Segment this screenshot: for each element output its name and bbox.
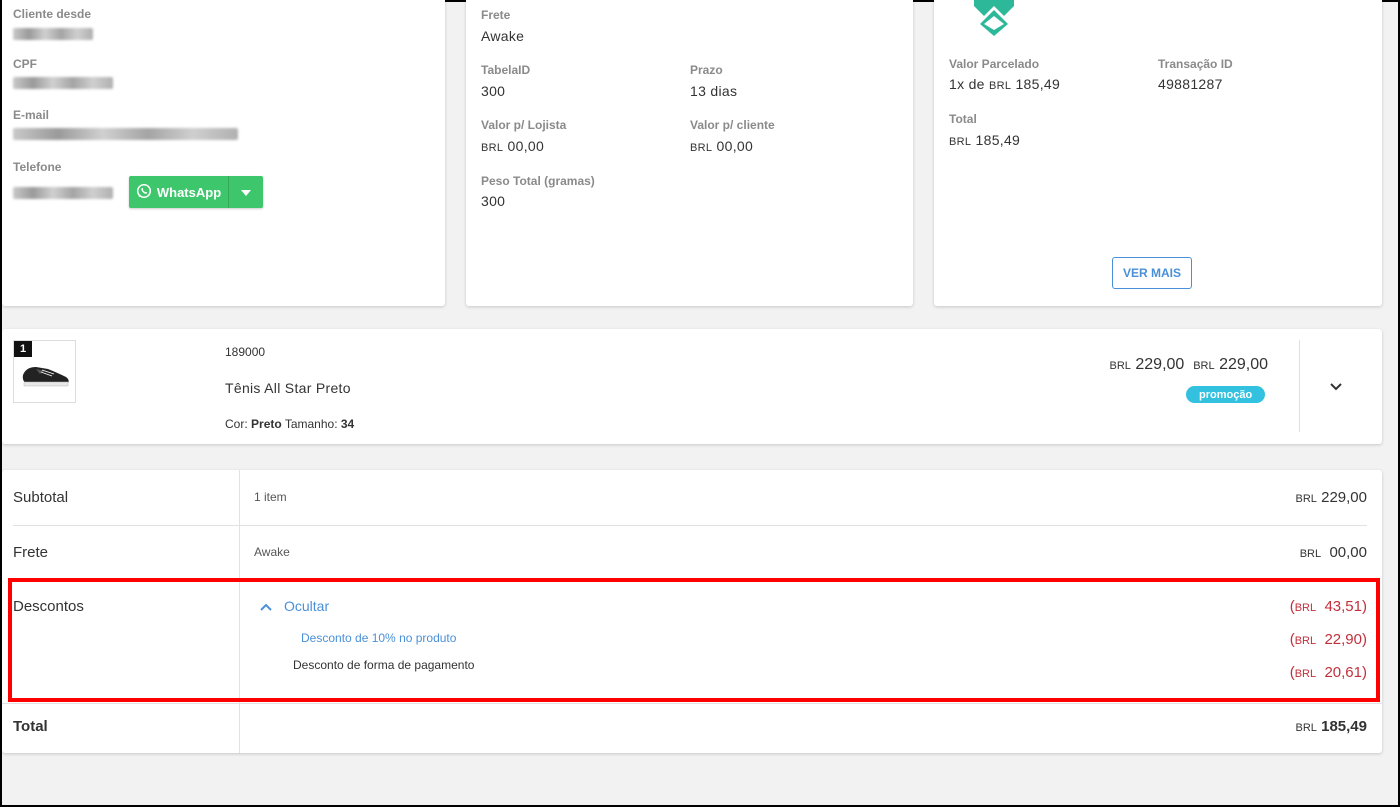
valor-lojista-label: Valor p/ Lojista (481, 118, 567, 132)
chevron-down-icon (1330, 378, 1342, 396)
valor-parcelado-label: Valor Parcelado (949, 57, 1040, 71)
phone-label: Telefone (13, 160, 62, 174)
transacao-value: 49881287 (1158, 76, 1223, 92)
frete-label: Frete (481, 8, 511, 22)
currency-code: BRL (1109, 360, 1131, 372)
tabela-label: TabelaID (481, 63, 531, 77)
valor-cliente-label: Valor p/ cliente (690, 118, 775, 132)
variant-size-value: 34 (340, 417, 355, 431)
whatsapp-dropdown-toggle[interactable] (228, 176, 263, 208)
amount: 185,49 (975, 132, 1021, 148)
valor-cliente-value: BRL 00,00 (690, 138, 753, 154)
original-price: 229,00 (1135, 356, 1185, 373)
payment-total-label: Total (949, 112, 977, 126)
shipping-card: Frete Awake TabelaID 300 Prazo 13 dias V… (466, 0, 913, 306)
expand-item-button[interactable] (1324, 375, 1348, 399)
variant-size-label: Tamanho: (284, 417, 338, 431)
variant-color-value: Preto (251, 417, 282, 431)
cpf-label: CPF (13, 57, 37, 71)
item-sku: 189000 (225, 345, 266, 359)
email-value-redacted (13, 128, 238, 140)
currency-code: BRL (481, 142, 504, 154)
whatsapp-button[interactable]: WhatsApp (129, 176, 228, 208)
phone-value-redacted (13, 187, 113, 199)
peso-label: Peso Total (gramas) (481, 174, 595, 188)
variant-color-label: Cor: (225, 417, 248, 431)
transacao-label: Transação ID (1158, 57, 1233, 71)
whatsapp-split-button: WhatsApp (129, 176, 263, 208)
item-divider (1299, 340, 1300, 432)
amount: 00,00 (507, 138, 545, 154)
currency-code: BRL (1299, 548, 1322, 560)
grand-total-value: BRL 185,49 (1296, 718, 1367, 735)
client-since-value-redacted (13, 28, 93, 40)
prazo-label: Prazo (690, 63, 723, 77)
payment-card: Valor Parcelado 1x de BRL 185,49 Transaç… (934, 0, 1382, 306)
peso-value: 300 (481, 193, 506, 209)
valor-parcelado-value: 1x de BRL 185,49 (949, 76, 1060, 92)
item-variant: Cor: Preto Tamanho: 34 (225, 417, 354, 431)
quantity-badge: 1 (14, 341, 32, 357)
row-separator (2, 703, 1382, 704)
currency-code: BRL (949, 136, 972, 148)
caret-down-icon (241, 183, 251, 201)
amount: 00,00 (716, 138, 754, 154)
currency-code: BRL (690, 142, 713, 154)
installment-prefix: 1x de (949, 76, 985, 92)
amount: 185,49 (1321, 718, 1367, 735)
currency-code: BRL (988, 80, 1012, 92)
whatsapp-icon (136, 183, 152, 202)
grand-total-label: Total (13, 718, 48, 735)
frete-total-desc: Awake (254, 545, 290, 559)
frete-value: Awake (481, 28, 525, 44)
email-label: E-mail (13, 108, 50, 122)
prazo-value: 13 dias (690, 83, 738, 99)
frete-total-value: BRL 00,00 (1300, 544, 1367, 561)
brand-logo-icon (966, 0, 1022, 40)
customer-card: Cliente desde CPF E-mail Telefone WhatsA… (2, 0, 445, 306)
promo-badge: promoção (1186, 386, 1266, 403)
amount: 00,00 (1329, 544, 1367, 561)
subtotal-label: Subtotal (13, 489, 69, 506)
product-thumbnail[interactable]: 1 (13, 340, 76, 403)
amount: 185,49 (1015, 76, 1061, 92)
currency-code: BRL (1295, 722, 1317, 734)
amount: 229,00 (1321, 489, 1367, 506)
valor-lojista-value: BRL 00,00 (481, 138, 544, 154)
row-separator (13, 525, 1367, 526)
ver-mais-button[interactable]: VER MAIS (1112, 257, 1192, 289)
currency-code: BRL (1295, 493, 1317, 505)
sale-price: 229,00 (1219, 356, 1268, 373)
highlight-box (8, 578, 1380, 702)
currency-code: BRL (1193, 360, 1215, 372)
item-name[interactable]: Tênis All Star Preto (225, 380, 351, 396)
tabela-value: 300 (481, 83, 506, 99)
whatsapp-button-label: WhatsApp (156, 184, 222, 200)
item-price: BRL 229,00 BRL 229,00 (1110, 356, 1268, 374)
payment-total-value: BRL 185,49 (949, 132, 1020, 148)
order-item-card: 1 189000 Tênis All Star Preto Cor: Preto… (2, 329, 1382, 444)
subtotal-desc: 1 item (254, 490, 287, 504)
frete-total-label: Frete (13, 544, 49, 561)
client-since-label: Cliente desde (13, 7, 92, 21)
cpf-value-redacted (13, 77, 113, 89)
subtotal-value: BRL 229,00 (1296, 489, 1367, 506)
